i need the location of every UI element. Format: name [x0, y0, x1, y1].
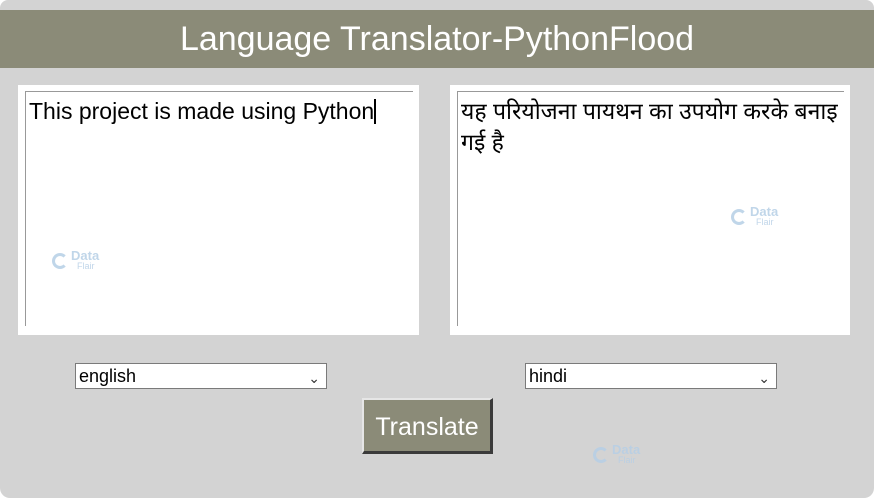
- target-language-select[interactable]: hindi ⌄: [525, 363, 777, 389]
- target-text-panel: यह परियोजना पायथन का उपयोग करके बनाइ गई …: [450, 85, 850, 335]
- watermark-icon: [731, 209, 747, 225]
- dataflair-watermark-logo: Data Flair: [593, 442, 641, 465]
- watermark-top-text: Data: [750, 204, 779, 219]
- target-language-value: hindi: [529, 366, 568, 386]
- target-text-output[interactable]: यह परियोजना पायथन का उपयोग करके बनाइ गई …: [457, 91, 844, 326]
- source-text-input[interactable]: This project is made using Python: [25, 91, 413, 326]
- app-window: Language Translator-PythonFlood This pro…: [0, 0, 874, 498]
- watermark-bottom-text: Flair: [77, 261, 95, 271]
- watermark-top-text: Data: [71, 248, 100, 263]
- translate-button[interactable]: Translate: [362, 398, 493, 454]
- source-text-panel: This project is made using Python Data F…: [18, 85, 419, 335]
- source-language-select[interactable]: english ⌄: [75, 363, 327, 389]
- chevron-down-icon: ⌄: [758, 370, 770, 386]
- dataflair-watermark-logo: Data Flair: [52, 248, 100, 271]
- source-text-value: This project is made using Python: [29, 98, 375, 124]
- source-language-value: english: [79, 366, 137, 386]
- dataflair-watermark-logo: Data Flair: [731, 204, 779, 227]
- watermark-top-text: Data: [612, 442, 641, 457]
- text-caret: [374, 99, 377, 124]
- watermark-icon: [52, 253, 68, 269]
- page-title: Language Translator-PythonFlood: [0, 10, 874, 68]
- chevron-down-icon: ⌄: [308, 370, 320, 386]
- watermark-icon: [593, 447, 609, 463]
- watermark-bottom-text: Flair: [756, 217, 774, 227]
- watermark-bottom-text: Flair: [618, 455, 636, 465]
